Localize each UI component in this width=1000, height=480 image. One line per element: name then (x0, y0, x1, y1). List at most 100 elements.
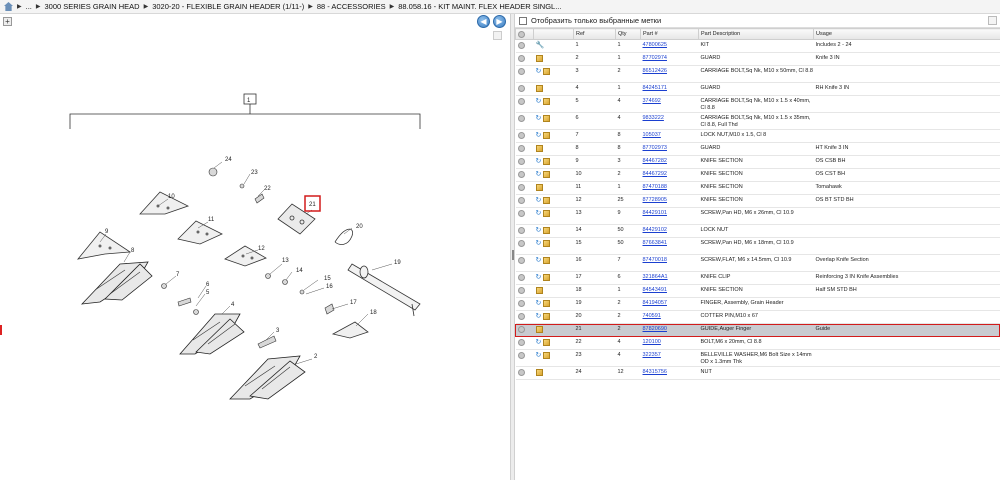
part-number-link[interactable]: 84429102 (643, 227, 667, 233)
package-icon[interactable] (543, 339, 551, 346)
replacement-arrow-icon[interactable]: ↻ (536, 300, 542, 307)
replacement-arrow-icon[interactable]: ↻ (536, 227, 542, 234)
breadcrumb-item[interactable]: 88 - ACCESSORIES (317, 2, 386, 11)
add-to-cart-icon[interactable] (517, 274, 525, 281)
table-row[interactable]: 18 1 84543491 KNIFE SECTION Half SM STD BH (515, 284, 1000, 298)
table-row[interactable]: 24 12 84315756 NUT (515, 366, 1000, 380)
row-select-cell[interactable] (515, 95, 534, 113)
add-to-cart-icon[interactable] (517, 326, 525, 333)
table-row[interactable]: 🔧 1 1 47800625 KIT Includes 2 - 24 (515, 39, 1000, 53)
row-select-cell[interactable] (515, 349, 534, 367)
part-number-link[interactable]: 87702974 (643, 55, 667, 61)
add-to-cart-icon[interactable] (517, 171, 525, 178)
package-icon[interactable] (543, 171, 551, 178)
package-icon[interactable] (535, 145, 543, 152)
package-icon[interactable] (535, 369, 543, 376)
replacement-arrow-icon[interactable]: ↻ (536, 352, 542, 359)
part-number-link[interactable]: 87663841 (643, 240, 667, 246)
package-icon[interactable] (543, 197, 551, 204)
package-icon[interactable] (543, 257, 551, 264)
part-number-link[interactable]: 87470018 (643, 257, 667, 263)
table-row[interactable]: ↻ 7 8 105037 LOCK NUT,M10 x 1.5, Cl 8 (515, 129, 1000, 143)
row-select-cell[interactable] (515, 366, 534, 380)
part-number-link[interactable]: 740591 (643, 313, 661, 319)
row-select-cell[interactable] (515, 181, 534, 195)
add-to-cart-icon[interactable] (517, 369, 525, 376)
package-icon[interactable] (543, 300, 551, 307)
add-to-cart-icon[interactable] (517, 158, 525, 165)
table-row[interactable]: ↻ 14 50 84429102 LOCK NUT (515, 224, 1000, 238)
table-row[interactable]: ↻ 17 6 321864A1 KNIFE CLIP Reinforcing 3 IN K… (515, 271, 1000, 285)
row-select-cell[interactable] (515, 194, 534, 208)
row-select-cell[interactable] (515, 323, 534, 337)
add-to-cart-icon[interactable] (517, 352, 525, 359)
table-row[interactable]: ↻ 22 4 120100 BOLT,M6 x 20mm, Cl 8.8 (515, 336, 1000, 350)
breadcrumb-item[interactable]: 3000 SERIES GRAIN HEAD (45, 2, 140, 11)
part-number-link[interactable]: 322357 (643, 352, 661, 358)
add-to-cart-icon[interactable] (517, 115, 525, 122)
part-number-link[interactable]: 105037 (643, 132, 661, 138)
wrench-icon[interactable]: 🔧 (536, 42, 545, 49)
package-icon[interactable] (543, 68, 551, 75)
row-select-cell[interactable] (515, 52, 534, 66)
breadcrumb-root[interactable]: ... (26, 2, 32, 11)
package-icon[interactable] (535, 326, 543, 333)
add-to-cart-icon[interactable] (517, 210, 525, 217)
add-to-cart-icon[interactable] (517, 227, 525, 234)
add-to-cart-icon[interactable] (517, 98, 525, 105)
replacement-arrow-icon[interactable]: ↻ (536, 115, 542, 122)
part-number-link[interactable]: 47800625 (643, 42, 667, 48)
package-icon[interactable] (535, 55, 543, 62)
header-qty[interactable]: Qty (615, 28, 641, 40)
table-row[interactable]: ↻ 15 50 87663841 SCREW,Pan HD, M6 x 18mm, Cl… (515, 237, 1000, 255)
panel-options-icon[interactable] (988, 16, 997, 25)
add-to-cart-icon[interactable] (517, 240, 525, 247)
table-row[interactable]: 2 1 87702974 GUARD Knife 3 IN (515, 52, 1000, 66)
table-row[interactable]: ↻ 5 4 374692 CARRIAGE BOLT,Sq Nk, M10 x 1.5 … (515, 95, 1000, 113)
part-number-link[interactable]: 84194057 (643, 300, 667, 306)
replacement-arrow-icon[interactable]: ↻ (536, 313, 542, 320)
part-number-link[interactable]: 84467292 (643, 171, 667, 177)
replacement-arrow-icon[interactable]: ↻ (536, 197, 542, 204)
table-row[interactable]: ↻ 13 9 84429101 SCREW,Pan HD, M6 x 26mm, Cl … (515, 207, 1000, 225)
package-icon[interactable] (543, 227, 551, 234)
table-row[interactable]: ↻ 12 25 87728905 KNIFE SECTION OS BT STD BH (515, 194, 1000, 208)
table-row[interactable]: ↻ 19 2 84194057 FINGER, Assembly, Grain Head… (515, 297, 1000, 311)
add-to-cart-icon[interactable] (517, 68, 525, 75)
part-number-link[interactable]: 87702973 (643, 145, 667, 151)
row-select-cell[interactable] (515, 112, 534, 130)
package-icon[interactable] (543, 115, 551, 122)
add-to-cart-icon[interactable] (517, 257, 525, 264)
replacement-arrow-icon[interactable]: ↻ (536, 339, 542, 346)
row-select-cell[interactable] (515, 39, 534, 53)
row-select-cell[interactable] (515, 284, 534, 298)
row-select-cell[interactable] (515, 271, 534, 285)
row-select-cell[interactable] (515, 237, 534, 255)
part-number-link[interactable]: 87728905 (643, 197, 667, 203)
add-to-cart-icon[interactable] (517, 197, 525, 204)
package-icon[interactable] (543, 274, 551, 281)
part-number-link[interactable]: 9833222 (643, 115, 664, 121)
package-icon[interactable] (543, 158, 551, 165)
row-select-cell[interactable] (515, 310, 534, 324)
package-icon[interactable] (543, 313, 551, 320)
part-number-link[interactable]: 374692 (643, 98, 661, 104)
replacement-arrow-icon[interactable]: ↻ (536, 98, 542, 105)
package-icon[interactable] (543, 240, 551, 247)
table-row[interactable]: ↻ 23 4 322357 BELLEVILLE WASHER,M6 Bolt Size… (515, 349, 1000, 367)
replacement-arrow-icon[interactable]: ↻ (536, 257, 542, 264)
add-to-cart-icon[interactable] (517, 313, 525, 320)
add-to-cart-icon[interactable] (517, 184, 525, 191)
part-number-link[interactable]: 86512426 (643, 68, 667, 74)
row-select-cell[interactable] (515, 142, 534, 156)
row-select-cell[interactable] (515, 207, 534, 225)
row-select-cell[interactable] (515, 65, 534, 83)
table-row[interactable]: ↻ 3 2 86512426 CARRIAGE BOLT,Sq Nk, M10 x 50… (515, 65, 1000, 83)
table-row[interactable]: 11 1 87470188 KNIFE SECTION Tomahawk (515, 181, 1000, 195)
add-to-cart-icon[interactable] (517, 300, 525, 307)
table-row[interactable]: ↻ 6 4 9833222 CARRIAGE BOLT,Sq Nk, M10 x 1.5… (515, 112, 1000, 130)
header-part-number[interactable]: Part # (640, 28, 699, 40)
row-select-cell[interactable] (515, 336, 534, 350)
breadcrumb-item[interactable]: 88.058.16 - KIT MAINT. FLEX HEADER SINGL… (398, 2, 561, 11)
add-to-cart-icon[interactable] (517, 339, 525, 346)
